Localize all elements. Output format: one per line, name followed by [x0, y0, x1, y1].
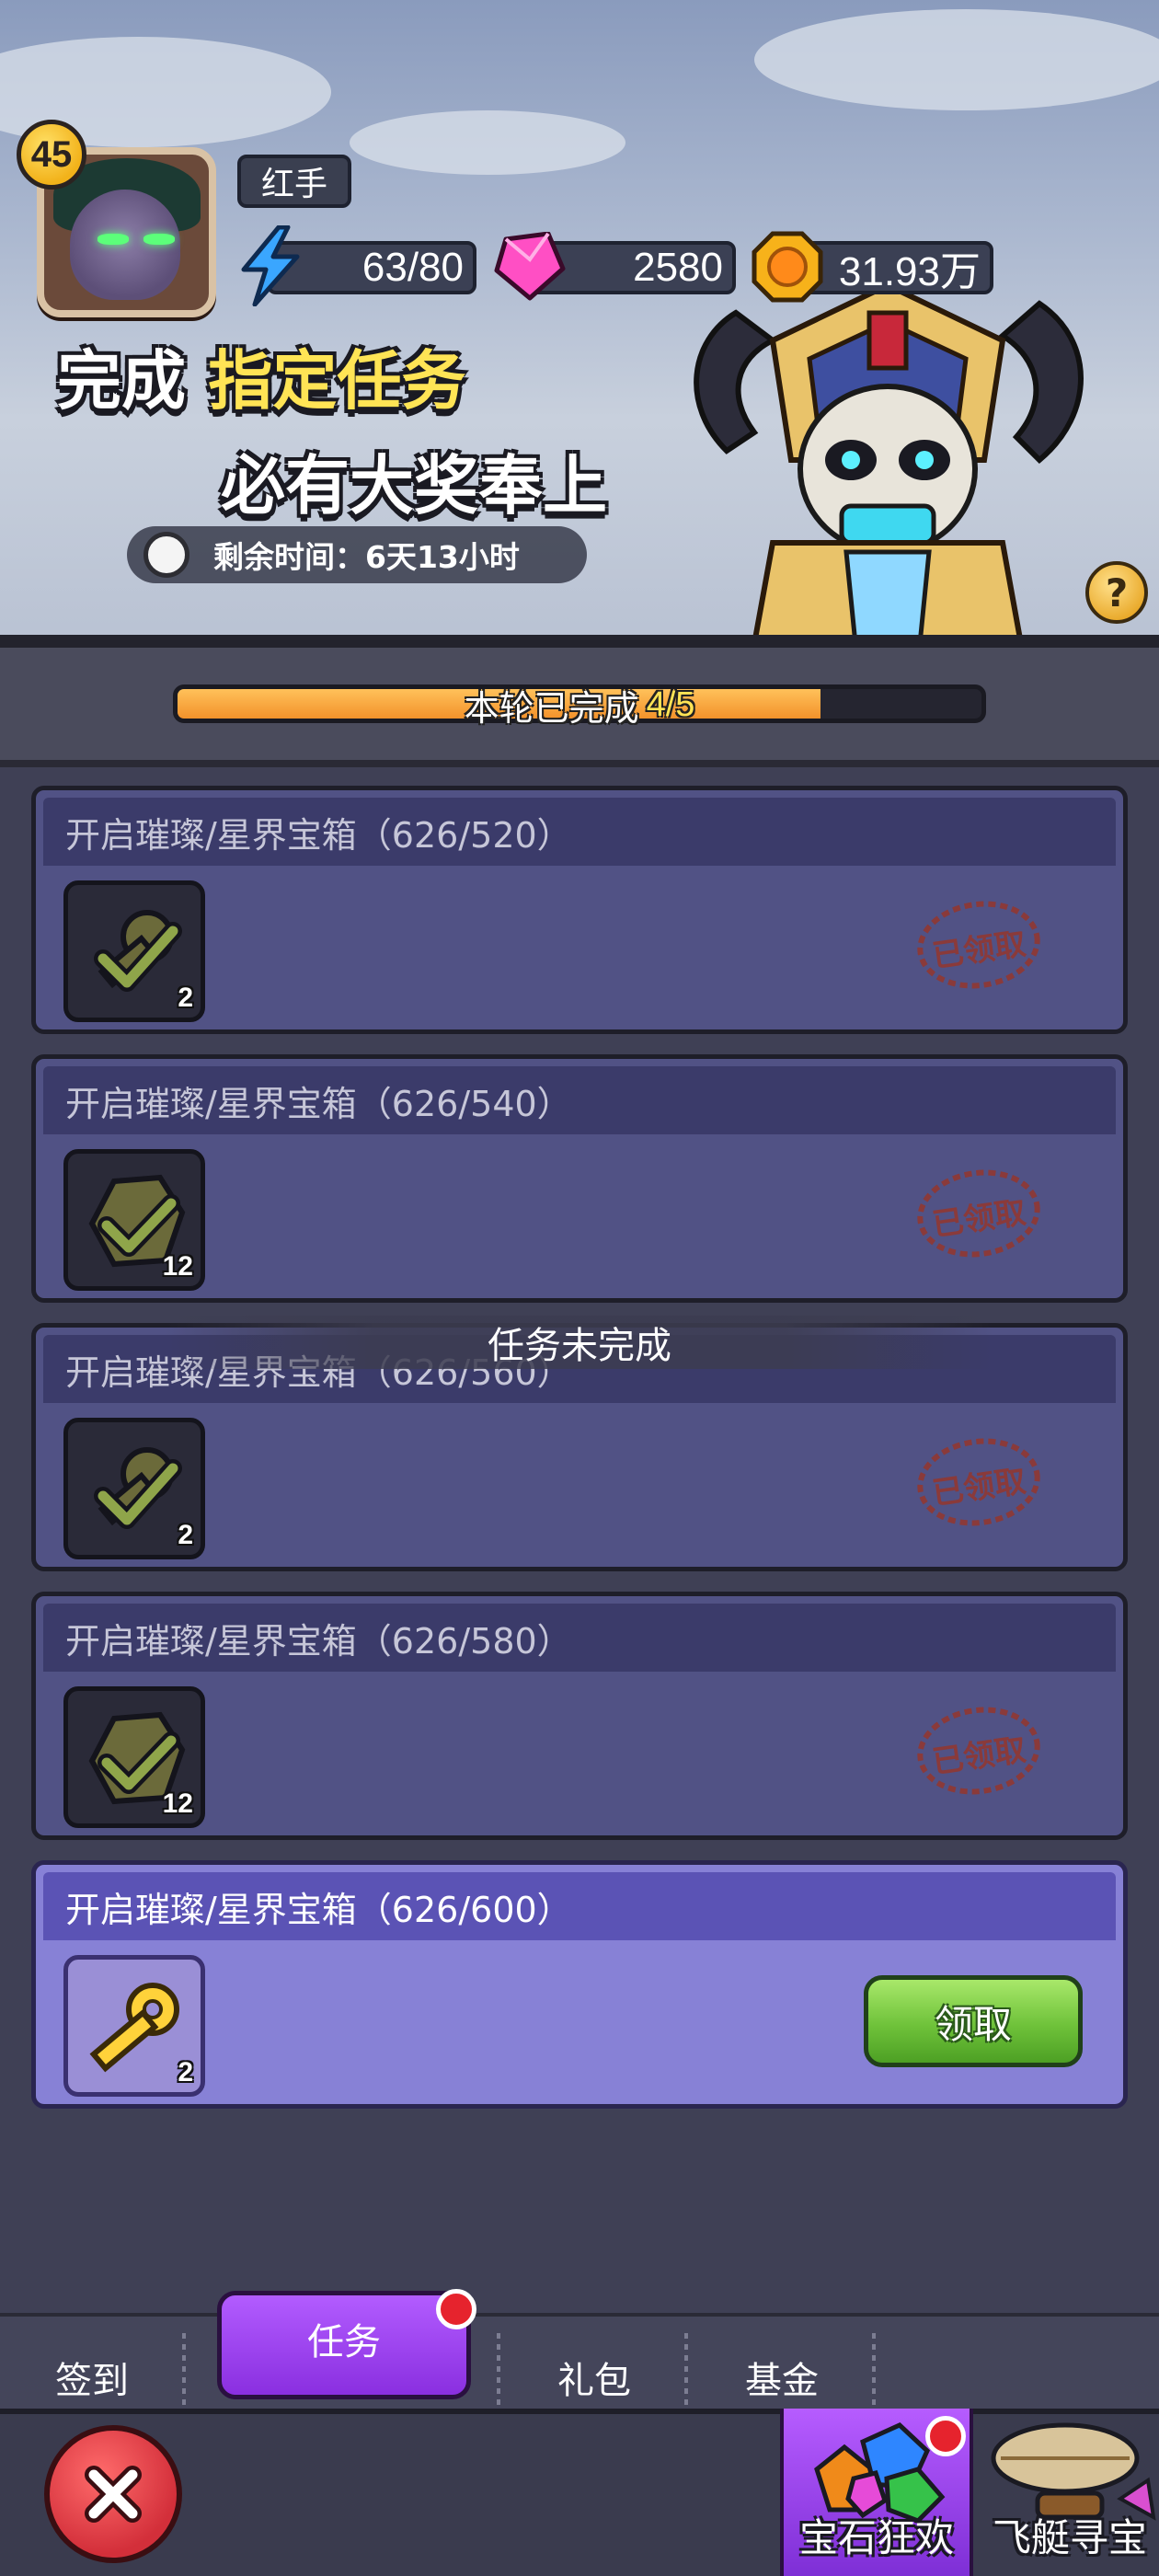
round-progress-text: 本轮已完成 — [464, 687, 639, 729]
key-icon — [94, 1447, 182, 1529]
round-progress-count: 4/5 — [646, 684, 695, 724]
task-title: 开启璀璨/星界宝箱（626/540） — [43, 1066, 1116, 1134]
avatar-eye — [143, 234, 175, 245]
reward-count: 12 — [162, 1251, 193, 1282]
lightning-icon — [234, 224, 307, 307]
tab-divider — [872, 2333, 876, 2410]
claimed-stamp: 已领取 — [914, 899, 1043, 991]
task-title: 开启璀璨/星界宝箱（626/600） — [43, 1872, 1116, 1940]
reward-slot[interactable]: 2 — [63, 1955, 205, 2097]
avatar-face — [70, 190, 180, 300]
gold-value: 31.93万 — [838, 249, 981, 294]
tab-tasks-notification-dot — [436, 2289, 476, 2329]
player-name: 红手 — [237, 155, 351, 208]
feature-notification-dot — [925, 2416, 966, 2456]
round-progress-label: 本轮已完成 4/5 — [173, 681, 986, 729]
gold-coin-icon — [749, 228, 826, 305]
task-card: 开启璀璨/星界宝箱（626/540） 12 已领取 — [31, 1054, 1128, 1303]
tab-fund[interactable]: 基金 — [708, 2342, 855, 2412]
progress-divider — [0, 760, 1159, 767]
help-button[interactable]: ? — [1085, 561, 1148, 624]
tab-bar: 签到 礼包 基金 — [0, 2313, 1159, 2412]
tab-sign-in[interactable]: 签到 — [18, 2342, 166, 2412]
claim-button[interactable]: 领取 — [864, 1975, 1083, 2067]
reward-slot[interactable]: 12 — [63, 1149, 205, 1291]
close-button[interactable] — [44, 2425, 182, 2563]
tab-divider — [497, 2333, 500, 2410]
headline-prefix: 完成 — [57, 343, 186, 419]
banner-divider — [0, 635, 1159, 648]
feature-airship-treasure[interactable]: 飞艇寻宝 — [973, 2409, 1159, 2576]
cloud-decoration — [754, 9, 1159, 110]
key-icon — [94, 910, 182, 992]
avatar-eye — [98, 234, 129, 245]
reward-slot[interactable]: 2 — [63, 880, 205, 1022]
tab-gift-pack[interactable]: 礼包 — [521, 2342, 668, 2412]
reward-slot[interactable]: 2 — [63, 1418, 205, 1559]
claimed-stamp: 已领取 — [914, 1167, 1043, 1259]
headline-line-1: 完成 指定任务 — [57, 329, 465, 422]
task-card: 开启璀璨/星界宝箱（626/520） 2 已领取 — [31, 786, 1128, 1034]
remaining-time-text: 剩余时间：6天13小时 — [213, 539, 520, 575]
level-badge: 45 — [17, 120, 86, 190]
claimed-stamp: 已领取 — [914, 1705, 1043, 1797]
headline-line-2: 必有大奖奉上 — [221, 448, 607, 523]
reward-slot[interactable]: 12 — [63, 1686, 205, 1828]
task-list: 开启璀璨/星界宝箱（626/520） 2 已领取 开启璀璨/星界宝箱（626/5… — [0, 767, 1159, 2313]
pink-gem-icon — [491, 230, 568, 304]
task-card-claimable: 开启璀璨/星界宝箱（626/600） 2 领取 — [31, 1860, 1128, 2109]
reward-count: 2 — [178, 1520, 193, 1550]
reward-count: 2 — [178, 983, 193, 1013]
energy-value: 63/80 — [361, 245, 464, 290]
tab-divider — [182, 2333, 186, 2410]
cloud-decoration — [350, 110, 625, 175]
gem-value: 2580 — [633, 245, 723, 290]
task-title: 开启璀璨/星界宝箱（626/580） — [43, 1604, 1116, 1672]
toast-message: 任务未完成 — [166, 1316, 993, 1369]
event-banner: 45 红手 63/80 2580 31.93万 完成 指定任务 必有大奖奉上 剩… — [0, 0, 1159, 644]
claimed-stamp: 已领取 — [914, 1436, 1043, 1528]
clock-icon — [143, 532, 189, 578]
reward-count: 2 — [178, 2057, 193, 2087]
remaining-time: 剩余时间：6天13小时 — [127, 526, 587, 583]
tab-tasks[interactable]: 任务 — [217, 2291, 471, 2399]
key-icon — [89, 1983, 179, 2073]
skeleton-pharaoh-boss-art — [694, 282, 1084, 644]
close-icon — [85, 2466, 142, 2523]
headline-highlight: 指定任务 — [208, 343, 466, 419]
task-card: 开启璀璨/星界宝箱（626/580） 12 已领取 — [31, 1592, 1128, 1840]
reward-count: 12 — [162, 1788, 193, 1819]
feature-label: 宝石狂欢 — [798, 2515, 954, 2560]
task-title: 开启璀璨/星界宝箱（626/520） — [43, 798, 1116, 866]
tab-divider — [684, 2333, 688, 2410]
feature-label: 飞艇寻宝 — [992, 2515, 1147, 2560]
